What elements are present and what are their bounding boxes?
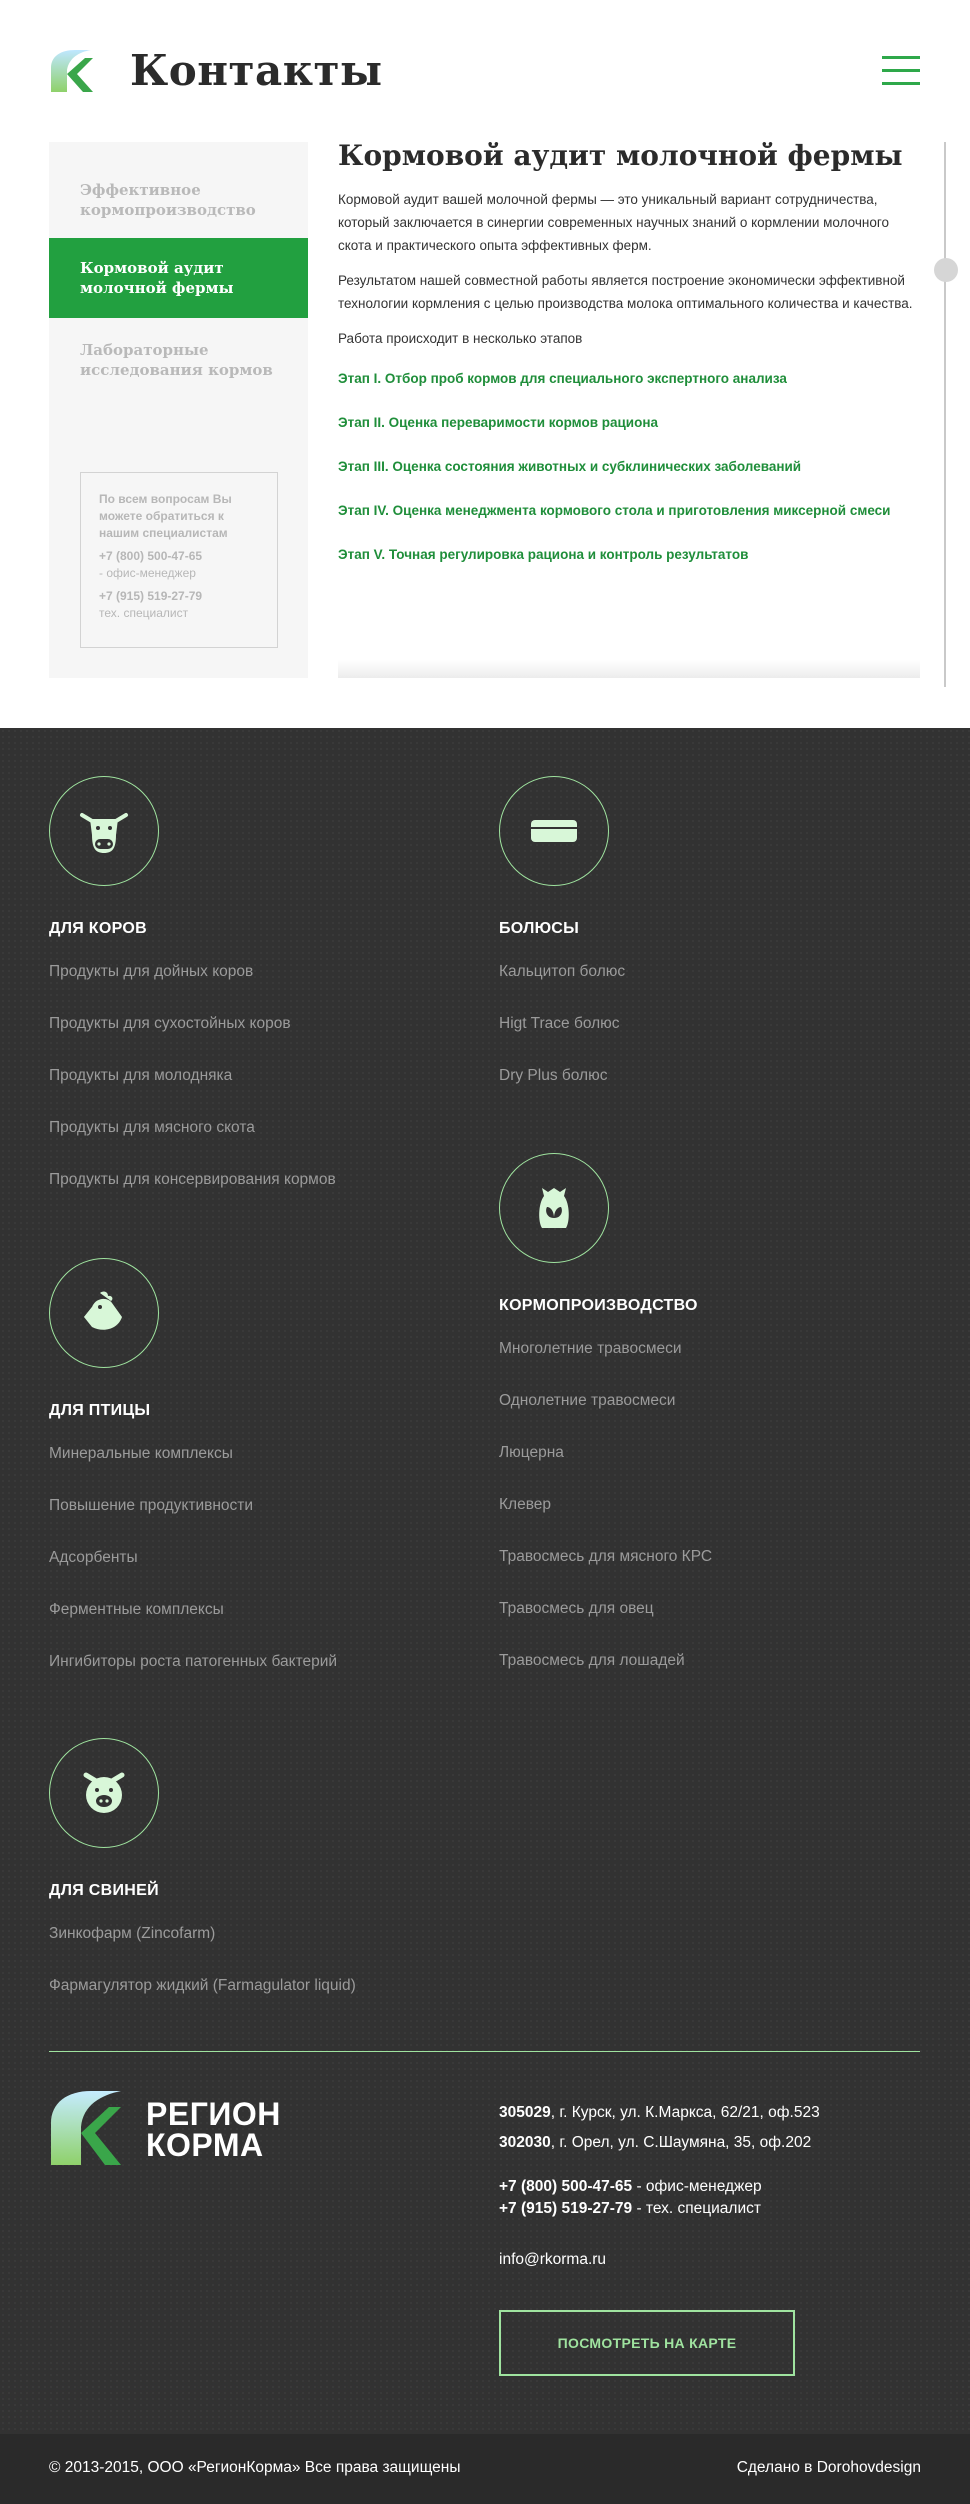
- phone-number[interactable]: +7 (800) 500-47-65: [499, 2178, 632, 2195]
- chicken-icon: [84, 1291, 122, 1330]
- category-link[interactable]: Однолетние травосмеси: [499, 1392, 919, 1444]
- address-orel: 302030, г. Орел, ул. С.Шаумяна, 35, оф.2…: [499, 2128, 820, 2158]
- category-icon-frame[interactable]: [49, 776, 159, 886]
- phone-role: - тех. специалист: [632, 2200, 761, 2217]
- header: Контакты: [0, 0, 970, 140]
- category-link[interactable]: Higt Trace болюс: [499, 1015, 919, 1067]
- category-link[interactable]: Кальцитоп болюс: [499, 963, 919, 1015]
- category-forage-production: КОРМОПРОИЗВОДСТВО Многолетние травосмеси…: [499, 1153, 919, 1704]
- contact-role-office: - офис-менеджер: [99, 566, 196, 580]
- category-link[interactable]: Продукты для дойных коров: [49, 963, 469, 1015]
- category-link[interactable]: Dry Plus болюс: [499, 1067, 919, 1119]
- contact-role-tech: тех. специалист: [99, 606, 189, 620]
- view-map-button[interactable]: ПОСМОТРЕТЬ НА КАРТЕ: [499, 2310, 795, 2376]
- category-title[interactable]: ДЛЯ СВИНЕЙ: [49, 1882, 469, 1900]
- category-link[interactable]: Повышение продуктивности: [49, 1497, 469, 1549]
- category-link[interactable]: Травосмесь для мясного КРС: [499, 1548, 919, 1600]
- menu-icon[interactable]: [882, 56, 920, 86]
- category-link[interactable]: Минеральные комплексы: [49, 1445, 469, 1497]
- postal-index: 305029: [499, 2104, 551, 2121]
- stage-item: Этап I. Отбор проб кормов для специально…: [338, 371, 787, 386]
- category-title[interactable]: КОРМОПРОИЗВОДСТВО: [499, 1297, 919, 1315]
- category-link[interactable]: Продукты для консервирования кормов: [49, 1171, 469, 1223]
- brand-name: РЕГИОН КОРМА: [146, 2096, 281, 2163]
- category-cows: ДЛЯ КОРОВ Продукты для дойных коров Прод…: [49, 776, 469, 1223]
- email-link[interactable]: info@rkorma.ru: [499, 2251, 606, 2269]
- logo-icon: [51, 2091, 121, 2165]
- category-link[interactable]: Ингибиторы роста патогенных бактерий: [49, 1653, 469, 1705]
- category-link[interactable]: Продукты для сухостойных коров: [49, 1015, 469, 1067]
- brand-line: КОРМА: [146, 2127, 264, 2163]
- phone-number[interactable]: +7 (915) 519-27-79: [499, 2200, 632, 2217]
- sidebar-item-feed-audit[interactable]: Кормовой аудит молочной фермы: [49, 238, 308, 318]
- stage-item: Этап V. Точная регулировка рациона и кон…: [338, 547, 749, 562]
- specialists-contact-box: По всем вопросам Вы можете обратиться к …: [80, 472, 278, 648]
- copyright: © 2013-2015, ООО «РегионКорма» Все права…: [49, 2459, 461, 2476]
- page-title: Контакты: [130, 46, 383, 95]
- category-link[interactable]: Травосмесь для лошадей: [499, 1652, 919, 1704]
- article-paragraph: Результатом нашей совместной работы явля…: [338, 273, 913, 311]
- category-boluses: БОЛЮСЫ Кальцитоп болюс Higt Trace болюс …: [499, 776, 919, 1119]
- category-poultry: ДЛЯ ПТИЦЫ Минеральные комплексы Повышени…: [49, 1258, 469, 1705]
- category-icon-frame[interactable]: [49, 1738, 159, 1848]
- category-link[interactable]: Клевер: [499, 1496, 919, 1548]
- article-paragraph: Работа происходит в несколько этапов: [338, 331, 583, 346]
- contact-question: По всем вопросам Вы можете обратиться к …: [99, 492, 232, 540]
- brand-logo[interactable]: РЕГИОН КОРМА: [49, 2089, 309, 2169]
- contact-phone-office[interactable]: +7 (800) 500-47-65: [99, 548, 259, 565]
- category-link[interactable]: Многолетние травосмеси: [499, 1340, 919, 1392]
- stage-item: Этап III. Оценка состояния животных и су…: [338, 459, 802, 474]
- category-title[interactable]: ДЛЯ КОРОВ: [49, 920, 469, 938]
- category-link[interactable]: Люцерна: [499, 1444, 919, 1496]
- category-title[interactable]: ДЛЯ ПТИЦЫ: [49, 1402, 469, 1420]
- address-text: , г. Орел, ул. С.Шаумяна, 35, оф.202: [550, 2134, 812, 2151]
- sidebar: Эффективное кормопроизводство Кормовой а…: [49, 142, 308, 678]
- postal-index: 302030: [499, 2134, 551, 2151]
- category-link[interactable]: Зинкофарм (Zincofarm): [49, 1925, 469, 1977]
- bottom-bar: © 2013-2015, ООО «РегионКорма» Все права…: [0, 2434, 970, 2504]
- phone-office: +7 (800) 500-47-65 - офис-менеджер: [499, 2176, 762, 2198]
- category-icon-frame[interactable]: [499, 776, 609, 886]
- article: Кормовой аудит молочной фермы Кормовой а…: [338, 138, 920, 566]
- category-link[interactable]: Продукты для мясного скота: [49, 1119, 469, 1171]
- phone-tech: +7 (915) 519-27-79 - тех. специалист: [499, 2198, 762, 2220]
- article-paragraph: Кормовой аудит вашей молочной фермы — эт…: [338, 192, 890, 253]
- phones: +7 (800) 500-47-65 - офис-менеджер +7 (9…: [499, 2176, 762, 2220]
- category-pigs: ДЛЯ СВИНЕЙ Зинкофарм (Zincofarm) Фармагу…: [49, 1738, 469, 2029]
- scrollbar-track[interactable]: [944, 142, 946, 687]
- cow-icon: [80, 813, 128, 853]
- stage-item: Этап IV. Оценка менеджмента кормового ст…: [338, 503, 891, 518]
- footer: ДЛЯ КОРОВ Продукты для дойных коров Прод…: [0, 728, 970, 2434]
- scrollbar-thumb[interactable]: [934, 258, 958, 282]
- footer-divider: [49, 2051, 920, 2052]
- category-link[interactable]: Ферментные комплексы: [49, 1601, 469, 1653]
- pig-icon: [83, 1772, 125, 1813]
- category-icon-frame[interactable]: [49, 1258, 159, 1368]
- article-title: Кормовой аудит молочной фермы: [338, 139, 903, 172]
- brand-line: РЕГИОН: [146, 2096, 281, 2132]
- category-link[interactable]: Фармагулятор жидкий (Farmagulator liquid…: [49, 1977, 469, 2029]
- sidebar-item-feed-production[interactable]: Эффективное кормопроизводство: [49, 170, 308, 230]
- logo-icon[interactable]: [49, 48, 93, 92]
- category-icon-frame[interactable]: [499, 1153, 609, 1263]
- address-text: , г. Курск, ул. К.Маркса, 62/21, оф.523: [550, 2104, 820, 2121]
- contact-phone-tech[interactable]: +7 (915) 519-27-79: [99, 588, 259, 605]
- seed-bag-icon: [539, 1188, 569, 1228]
- category-link[interactable]: Продукты для молодняка: [49, 1067, 469, 1119]
- phone-role: - офис-менеджер: [632, 2178, 762, 2195]
- sidebar-item-lab-research[interactable]: Лабораторные исследования кормов: [49, 330, 308, 390]
- category-title[interactable]: БОЛЮСЫ: [499, 920, 919, 938]
- article-fade: [338, 660, 920, 678]
- category-link[interactable]: Травосмесь для овец: [499, 1600, 919, 1652]
- made-by-link[interactable]: Сделано в Dorohovdesign: [737, 2459, 921, 2477]
- bolus-icon: [531, 820, 577, 842]
- addresses: 305029, г. Курск, ул. К.Маркса, 62/21, о…: [499, 2098, 820, 2158]
- address-kursk: 305029, г. Курск, ул. К.Маркса, 62/21, о…: [499, 2098, 820, 2128]
- stage-item: Этап II. Оценка переваримости кормов рац…: [338, 415, 659, 430]
- category-link[interactable]: Адсорбенты: [49, 1549, 469, 1601]
